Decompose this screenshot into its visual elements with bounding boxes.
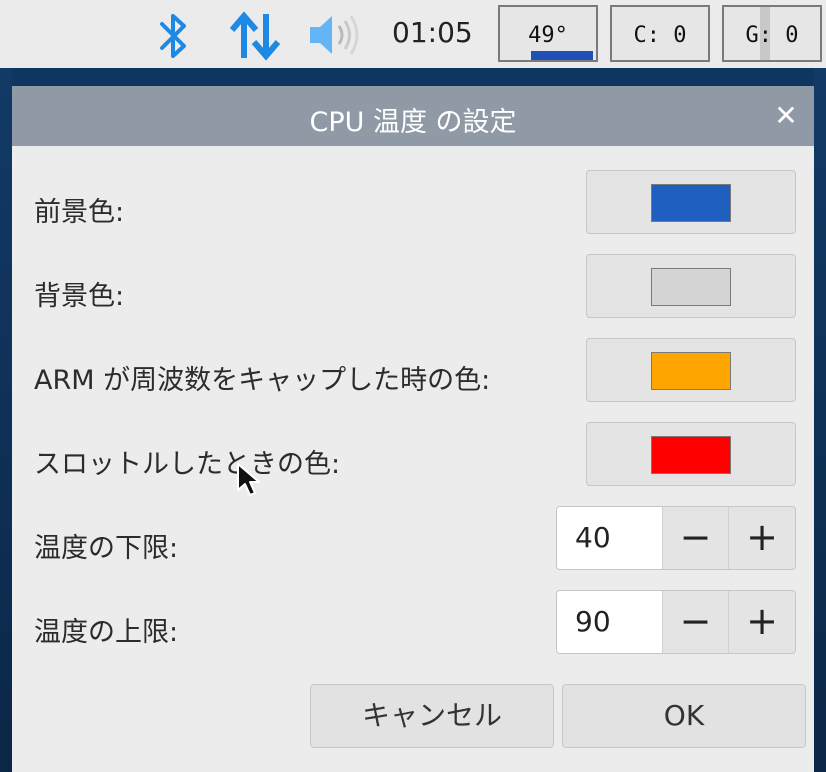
close-icon[interactable]: ✕ [772,98,800,134]
lower-temp-input[interactable]: 40 [557,507,663,569]
upper-temp-input[interactable]: 90 [557,591,663,653]
network-updown-icon[interactable] [229,10,281,66]
throttle-color-label: スロットルしたときの色: [34,449,341,480]
cpu-usage-monitor[interactable]: C: 0 [610,5,710,62]
cpu-readout: C: 0 [633,23,687,48]
gpu-readout: G: 0 [745,23,799,48]
bluetooth-icon[interactable] [156,10,192,66]
foreground-color-button[interactable] [586,170,796,234]
throttle-color-button[interactable] [586,422,796,486]
temperature-readout: 49° [528,23,568,48]
taskbar: 01:05 49° C: 0 G: 0 [0,0,826,68]
cpu-temperature-monitor[interactable]: 49° [498,5,598,62]
clock[interactable]: 01:05 [392,16,473,49]
background-color-label: 背景色: [34,281,125,312]
arm-cap-color-button[interactable] [586,338,796,402]
upper-temp-spinner: 90 − + [556,590,796,654]
volume-icon[interactable] [306,12,364,62]
upper-temp-increment-button[interactable]: + [729,591,795,653]
background-color-swatch [651,268,731,306]
upper-temp-label: 温度の上限: [34,617,179,648]
arm-cap-color-swatch [651,352,731,390]
upper-temp-decrement-button[interactable]: − [663,591,729,653]
cpu-temp-settings-dialog: CPU 温度 の設定 ✕ 前景色: 背景色: ARM が周波数をキャップした時の… [12,86,814,772]
lower-temp-label: 温度の下限: [34,533,179,564]
arm-cap-color-label: ARM が周波数をキャップした時の色: [34,365,491,396]
lower-temp-increment-button[interactable]: + [729,507,795,569]
desktop-edge-right [814,68,826,772]
lower-temp-decrement-button[interactable]: − [663,507,729,569]
cancel-button[interactable]: キャンセル [310,684,554,748]
desktop-edge-left [0,68,12,772]
gpu-usage-monitor[interactable]: G: 0 [722,5,822,62]
dialog-titlebar[interactable]: CPU 温度 の設定 ✕ [12,86,814,146]
throttle-color-swatch [651,436,731,474]
lower-temp-spinner: 40 − + [556,506,796,570]
desktop-background [0,68,826,86]
background-color-button[interactable] [586,254,796,318]
foreground-color-swatch [651,184,731,222]
ok-button[interactable]: OK [562,684,806,748]
dialog-title: CPU 温度 の設定 [309,107,517,138]
mouse-cursor-icon [236,462,262,502]
temperature-bar [531,51,593,60]
foreground-color-label: 前景色: [34,197,125,228]
